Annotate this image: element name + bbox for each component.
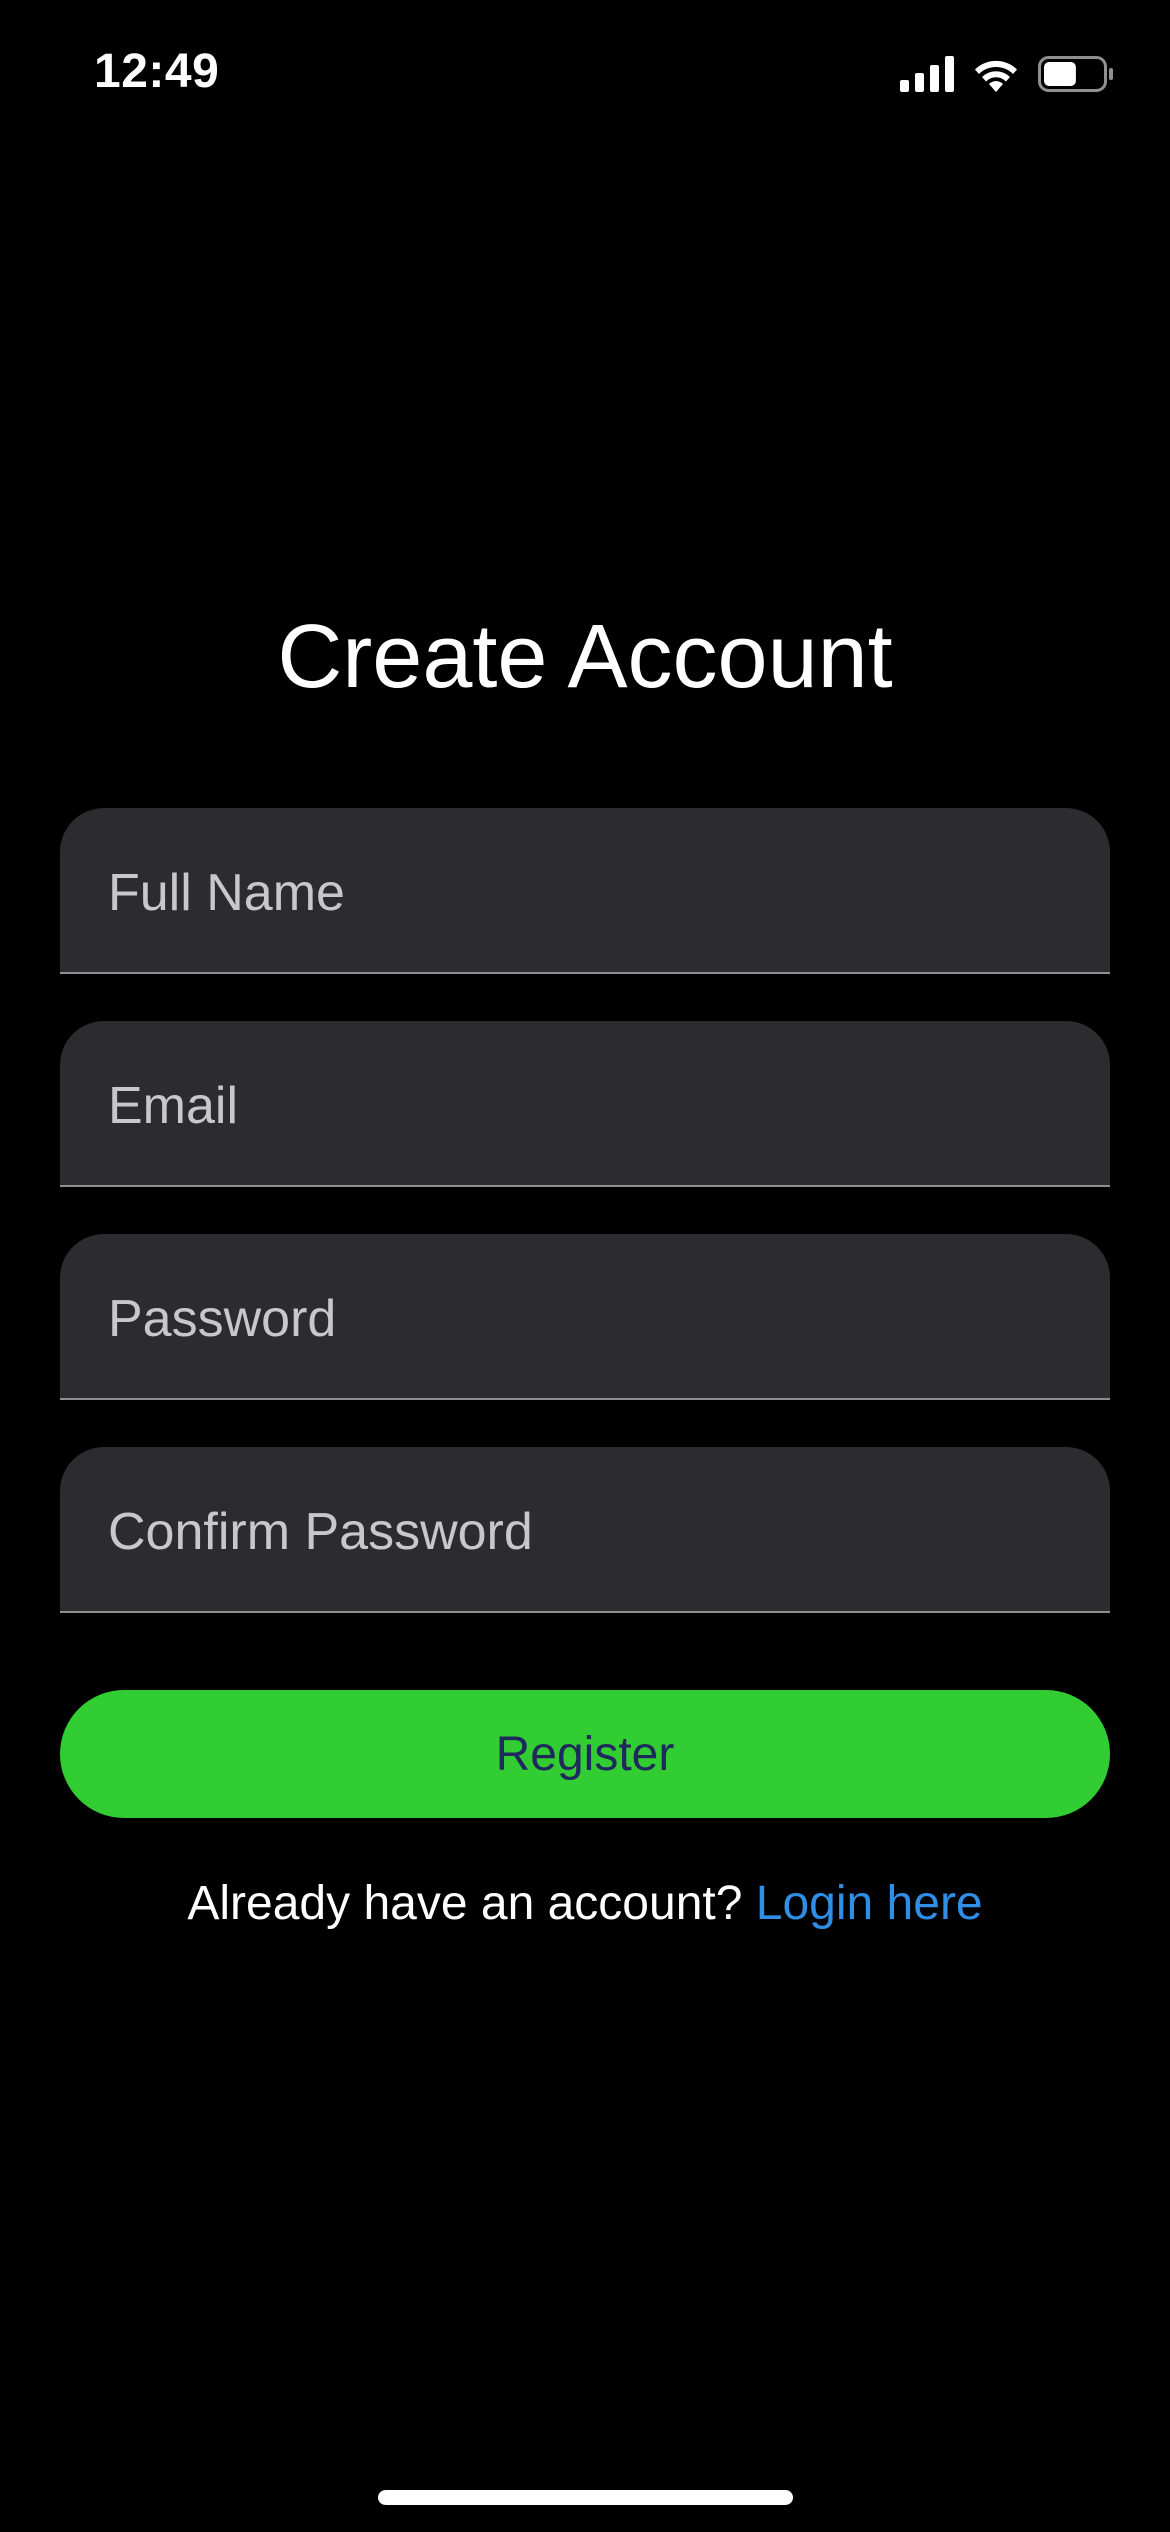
email-field [60,1021,1110,1187]
login-link[interactable]: Login here [756,1877,983,1930]
password-field [60,1234,1110,1400]
home-indicator[interactable] [378,2490,793,2505]
cellular-signal-icon [900,56,954,92]
status-bar: 12:49 [0,0,1170,150]
register-button[interactable]: Register [60,1690,1110,1818]
page-title: Create Account [277,607,893,707]
password-input[interactable] [60,1234,1110,1398]
email-input[interactable] [60,1021,1110,1185]
confirm-password-input[interactable] [60,1447,1110,1611]
battery-icon [1038,56,1114,92]
status-icons [900,50,1114,98]
login-prompt-text: Already have an account? [187,1877,756,1930]
wifi-icon [972,56,1020,92]
status-time: 12:49 [94,45,220,98]
confirm-password-field [60,1447,1110,1613]
full-name-input[interactable] [60,808,1110,972]
battery-level [1044,62,1076,86]
full-name-field [60,808,1110,974]
login-prompt: Already have an account? Login here [0,1876,1170,1931]
